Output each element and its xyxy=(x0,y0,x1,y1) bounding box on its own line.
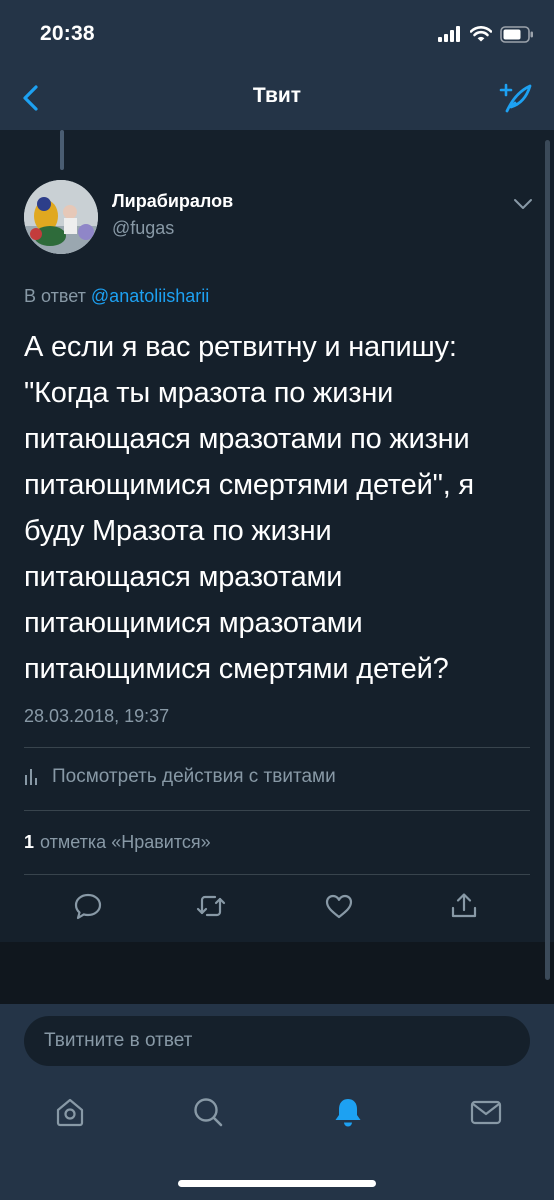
tweet-menu-button[interactable] xyxy=(512,196,534,212)
scrollbar[interactable] xyxy=(545,140,550,980)
compose-feather-icon xyxy=(499,83,532,113)
retweet-button[interactable] xyxy=(193,888,229,924)
analytics-icon xyxy=(25,769,37,785)
avatar[interactable] xyxy=(24,180,98,254)
chevron-down-icon xyxy=(514,199,532,209)
tweet-text: А если я вас ретвитну и напишу: "Когда т… xyxy=(24,331,474,685)
reply-mention-link[interactable]: @anatoliisharii xyxy=(91,286,209,306)
reply-input-placeholder: Твитните в ответ xyxy=(44,1030,193,1051)
like-button[interactable] xyxy=(321,888,357,924)
like-icon xyxy=(325,894,353,919)
thread-line xyxy=(60,130,64,170)
tweet-activity-link[interactable]: Посмотреть действия с твитами xyxy=(24,766,336,788)
tweet-actions xyxy=(0,888,554,928)
status-time: 20:38 xyxy=(40,22,95,45)
section-separator xyxy=(0,942,554,1004)
reply-input[interactable]: Твитните в ответ xyxy=(24,1016,530,1066)
share-button[interactable] xyxy=(446,888,482,924)
tab-search[interactable] xyxy=(188,1092,228,1132)
wifi-icon xyxy=(470,26,492,42)
home-indicator xyxy=(178,1180,376,1187)
search-icon xyxy=(194,1098,223,1127)
reply-button[interactable] xyxy=(70,888,106,924)
tab-messages[interactable] xyxy=(466,1092,506,1132)
reply-icon xyxy=(74,893,102,920)
page-title: Твит xyxy=(252,84,302,107)
bottom-area: Твитните в ответ xyxy=(0,1004,554,1200)
avatar-image xyxy=(24,180,98,254)
tweet-timestamp: 28.03.2018, 19:37 xyxy=(24,706,170,726)
tab-notifications[interactable] xyxy=(328,1092,368,1132)
likes-link[interactable]: 1 отметка «Нравится» xyxy=(24,832,211,853)
reply-context: В ответ @anatoliisharii xyxy=(24,286,209,307)
author-name[interactable]: Лирабиралов xyxy=(112,191,233,212)
activity-label: Посмотреть действия с твитами xyxy=(52,766,336,787)
notifications-icon xyxy=(335,1099,361,1127)
divider xyxy=(24,874,530,875)
status-icons xyxy=(438,24,534,44)
tab-home[interactable] xyxy=(50,1092,90,1132)
likes-label: отметка «Нравится» xyxy=(40,832,211,852)
tweet-detail-screen: 20:38 Твит Лирабиралов @fugas В ответ @a… xyxy=(0,0,554,1200)
divider xyxy=(24,747,530,748)
top-bar: 20:38 Твит xyxy=(0,0,554,130)
retweet-icon xyxy=(196,895,226,917)
divider xyxy=(24,810,530,811)
author-handle[interactable]: @fugas xyxy=(112,218,174,239)
likes-count: 1 xyxy=(24,832,35,852)
battery-icon xyxy=(500,25,533,43)
messages-icon xyxy=(470,1100,502,1125)
home-icon xyxy=(56,1098,84,1127)
share-icon xyxy=(451,893,477,918)
reply-prefix: В ответ xyxy=(24,286,86,306)
compose-tweet-button[interactable] xyxy=(496,78,536,118)
signal-icon xyxy=(438,26,460,42)
